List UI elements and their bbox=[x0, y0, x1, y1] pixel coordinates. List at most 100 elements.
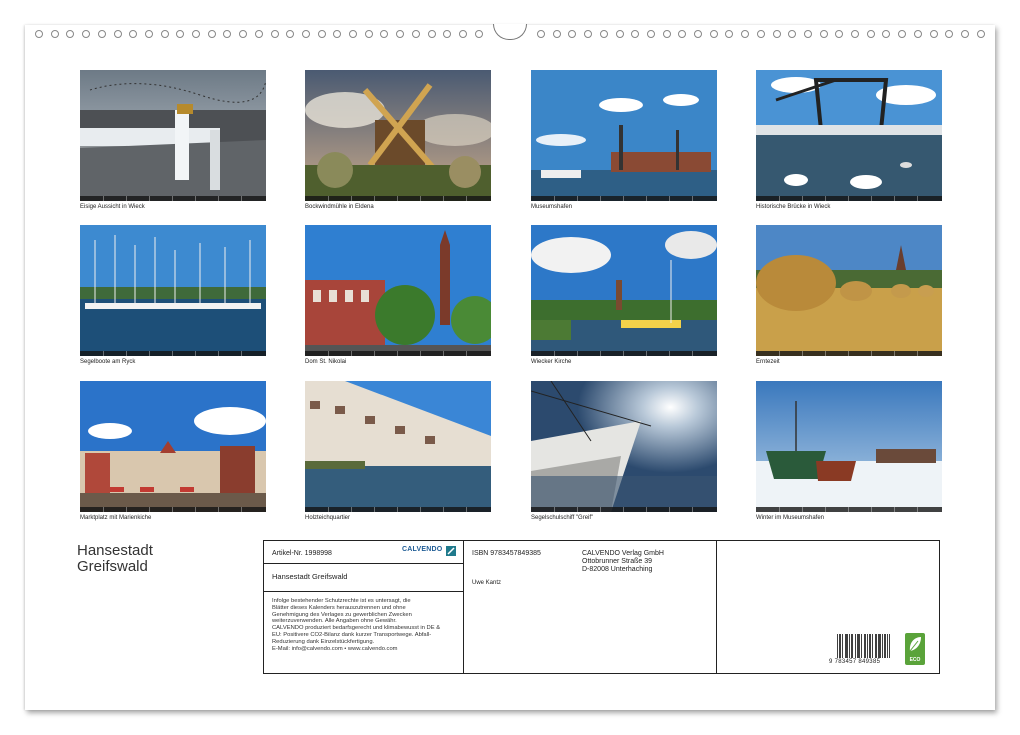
photo-church bbox=[531, 225, 717, 356]
binding-ring bbox=[82, 30, 90, 38]
photo-ship bbox=[531, 381, 717, 512]
notice-line: Genehmigung des Verlages zu gewerblichen… bbox=[272, 612, 457, 619]
binding-ring bbox=[318, 30, 326, 38]
barcode-bar bbox=[869, 634, 870, 658]
notice-line: Reduzierung dank Einzelstückfertigung. bbox=[272, 639, 457, 646]
barcode-bar bbox=[851, 634, 852, 658]
strip-tick bbox=[241, 351, 242, 356]
binding-ring bbox=[412, 30, 420, 38]
barcode-bar bbox=[887, 634, 888, 658]
binding-ring bbox=[584, 30, 592, 38]
barcode-bar bbox=[879, 634, 880, 658]
barcode-bar bbox=[865, 634, 866, 658]
barcode-bar bbox=[875, 634, 876, 658]
calvendo-logo-icon bbox=[446, 546, 456, 556]
barcode-bar bbox=[884, 634, 885, 658]
barcode-bar bbox=[859, 634, 860, 658]
photo-harvest bbox=[756, 225, 942, 356]
publisher-city: D-82008 Unterhaching bbox=[582, 566, 652, 574]
photo-windmill bbox=[305, 70, 491, 201]
strip-tick bbox=[825, 507, 826, 512]
photo-caption: Winter im Museumshafen bbox=[756, 514, 942, 523]
binding-ring bbox=[475, 30, 483, 38]
strip-tick bbox=[218, 351, 219, 356]
month-strip bbox=[756, 196, 942, 201]
barcode-number: 9 783457 849385 bbox=[829, 659, 880, 665]
strip-tick bbox=[172, 507, 173, 512]
photo-harbor bbox=[531, 70, 717, 201]
strip-tick bbox=[600, 507, 601, 512]
strip-tick bbox=[894, 507, 895, 512]
strip-tick bbox=[241, 196, 242, 201]
strip-tick bbox=[103, 196, 104, 201]
binding-ring bbox=[710, 30, 718, 38]
barcode-bar bbox=[880, 634, 881, 658]
strip-tick bbox=[443, 351, 444, 356]
binding-ring bbox=[365, 30, 373, 38]
photo-tile: Winter im Museumshafen bbox=[756, 381, 942, 523]
eco-label: ECO bbox=[905, 657, 925, 663]
strip-tick bbox=[328, 351, 329, 356]
strip-tick bbox=[466, 196, 467, 201]
strip-tick bbox=[172, 351, 173, 356]
strip-tick bbox=[623, 351, 624, 356]
isbn: ISBN 9783457849385 bbox=[472, 550, 541, 558]
photo-tile: Dom St. Nikolai bbox=[305, 225, 491, 367]
binding-ring bbox=[757, 30, 765, 38]
photo-bridge bbox=[756, 70, 942, 201]
month-strip bbox=[80, 351, 266, 356]
strip-tick bbox=[917, 351, 918, 356]
strip-tick bbox=[126, 351, 127, 356]
strip-tick bbox=[420, 351, 421, 356]
strip-tick bbox=[328, 507, 329, 512]
binding-ring bbox=[333, 30, 341, 38]
strip-tick bbox=[397, 507, 398, 512]
strip-tick bbox=[374, 196, 375, 201]
binding-ring bbox=[882, 30, 890, 38]
strip-tick bbox=[351, 351, 352, 356]
photo-tile: Holzteichquartier bbox=[305, 381, 491, 523]
strip-tick bbox=[149, 507, 150, 512]
strip-tick bbox=[554, 507, 555, 512]
binding-ring bbox=[161, 30, 169, 38]
binding-ring bbox=[773, 30, 781, 38]
binding-ring bbox=[631, 30, 639, 38]
photo-caption: Historische Brücke in Wieck bbox=[756, 203, 942, 212]
barcode-bar bbox=[876, 634, 877, 658]
binding-ring bbox=[459, 30, 467, 38]
strip-tick bbox=[600, 351, 601, 356]
strip-tick bbox=[802, 196, 803, 201]
binding-ring bbox=[898, 30, 906, 38]
binding-ring bbox=[600, 30, 608, 38]
calendar-title-line-2: Greifswald bbox=[77, 559, 153, 575]
barcode-bar bbox=[847, 634, 848, 658]
strip-tick bbox=[420, 196, 421, 201]
photo-tile: Segelschulschiff "Greif" bbox=[531, 381, 717, 523]
binding-ring bbox=[192, 30, 200, 38]
binding-ring bbox=[35, 30, 43, 38]
binding-ring bbox=[553, 30, 561, 38]
info-title: Hansestadt Greifswald bbox=[272, 573, 347, 581]
strip-tick bbox=[103, 351, 104, 356]
strip-tick bbox=[351, 507, 352, 512]
binding-ring bbox=[223, 30, 231, 38]
binding-ring bbox=[349, 30, 357, 38]
author-name: Uwe Kantz bbox=[472, 579, 501, 587]
month-strip bbox=[305, 507, 491, 512]
binding-ring bbox=[616, 30, 624, 38]
binding-ring bbox=[176, 30, 184, 38]
strip-tick bbox=[351, 196, 352, 201]
notice-line: weiterzuverwenden. Alle Angaben ohne Gew… bbox=[272, 618, 457, 625]
photo-tile: Bockwindmühle in Eldena bbox=[305, 70, 491, 212]
calendar-title-line-1: Hansestadt bbox=[77, 543, 153, 559]
strip-tick bbox=[577, 507, 578, 512]
strip-tick bbox=[554, 196, 555, 201]
leaf-icon bbox=[905, 633, 925, 655]
photo-caption: Bockwindmühle in Eldena bbox=[305, 203, 491, 212]
binding-ring bbox=[145, 30, 153, 38]
binding-ring bbox=[867, 30, 875, 38]
binding-ring bbox=[428, 30, 436, 38]
strip-tick bbox=[669, 351, 670, 356]
binding-ring bbox=[820, 30, 828, 38]
month-strip bbox=[756, 351, 942, 356]
